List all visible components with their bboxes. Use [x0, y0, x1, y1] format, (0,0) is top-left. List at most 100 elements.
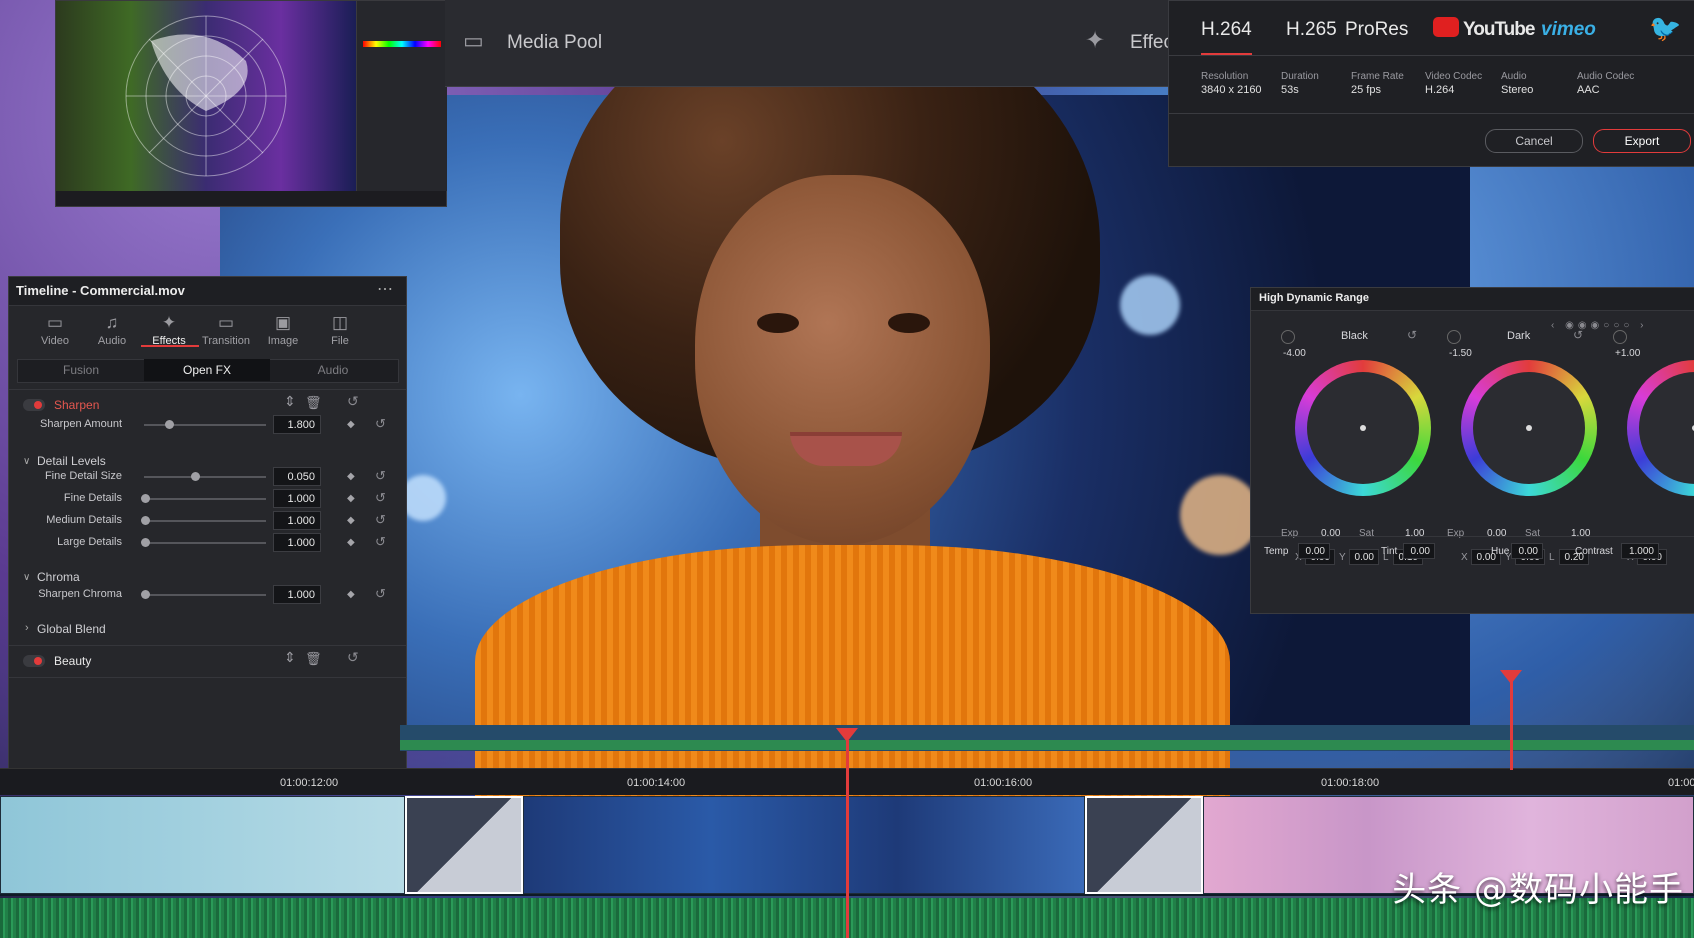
- detail-value[interactable]: 0.050: [273, 467, 321, 486]
- beauty-reorder-icon[interactable]: ⇕: [284, 649, 296, 666]
- beauty-delete-icon[interactable]: 🗑: [305, 651, 322, 667]
- sat-value[interactable]: 1.00: [1571, 528, 1590, 539]
- effects-button[interactable]: Effec: [1130, 32, 1173, 54]
- sharpen-amount-slider[interactable]: [144, 424, 266, 426]
- twitter-icon[interactable]: 🐦: [1649, 13, 1681, 44]
- segment-open-fx[interactable]: Open FX: [144, 359, 270, 381]
- format-tab-prores[interactable]: ProRes: [1345, 19, 1408, 41]
- detail-value[interactable]: 1.000: [273, 511, 321, 530]
- reset-icon[interactable]: ↺: [375, 534, 386, 550]
- media-pool-button[interactable]: Media Pool: [507, 32, 602, 54]
- tab-video[interactable]: ▭ Video: [27, 313, 83, 347]
- global-blend-section[interactable]: Global Blend: [37, 622, 106, 636]
- meta-value-2: 25 fps: [1351, 84, 1381, 96]
- clip-portrait-light[interactable]: [0, 796, 405, 894]
- color-wheel[interactable]: [1461, 360, 1597, 496]
- reset-icon[interactable]: ↺: [375, 512, 386, 528]
- wheel-offset-value: -4.00: [1283, 348, 1306, 359]
- tab-transition[interactable]: ▭ Transition: [198, 313, 254, 347]
- format-tab-h264[interactable]: H.264: [1201, 19, 1252, 55]
- keyframe-icon[interactable]: ◆: [347, 515, 355, 526]
- more-options-icon[interactable]: ⋯: [377, 279, 393, 299]
- reset-icon[interactable]: ↺: [375, 490, 386, 506]
- secondary-playhead-marker[interactable]: [1500, 670, 1522, 684]
- keyframe-icon[interactable]: ◆: [347, 471, 355, 482]
- segment-audio[interactable]: Audio: [270, 359, 396, 381]
- detail-value[interactable]: 1.000: [273, 533, 321, 552]
- wheel-offset-knob-icon[interactable]: [1447, 330, 1461, 344]
- chevron-right-icon[interactable]: ›: [25, 622, 29, 634]
- youtube-label[interactable]: YouTube: [1463, 19, 1535, 41]
- sharpen-reset-icon[interactable]: ↺: [347, 393, 359, 410]
- hdr-zone-selector[interactable]: ‹ ◉◉◉○○○ ›: [1551, 320, 1648, 331]
- detail-slider[interactable]: [144, 542, 266, 544]
- wheel-reset-icon[interactable]: ↺: [1573, 328, 1583, 342]
- beauty-reset-icon[interactable]: ↺: [347, 649, 359, 666]
- wheel-offset-knob-icon[interactable]: [1281, 330, 1295, 344]
- tab-effects[interactable]: ✦ Effects: [141, 313, 197, 347]
- sharpen-amount-knob[interactable]: [164, 420, 174, 429]
- sharpen-toggle[interactable]: [23, 399, 45, 411]
- keyframe-icon[interactable]: ◆: [347, 419, 355, 430]
- sharpen-amount-value[interactable]: 1.800: [273, 415, 321, 434]
- sat-label: Sat: [1525, 528, 1541, 539]
- detail-label: Fine Detail Size: [44, 470, 122, 482]
- playhead-marker[interactable]: [836, 728, 858, 742]
- tab-file[interactable]: ◫ File: [312, 313, 368, 347]
- secondary-playhead[interactable]: [1510, 675, 1513, 770]
- detail-knob[interactable]: [141, 494, 150, 503]
- color-wheel[interactable]: [1627, 360, 1694, 496]
- beauty-effect-title[interactable]: Beauty: [54, 654, 91, 668]
- tab-audio[interactable]: ♫ Audio: [84, 313, 140, 347]
- export-button[interactable]: Export: [1593, 129, 1691, 153]
- detail-slider[interactable]: [144, 520, 266, 522]
- segment-fusion[interactable]: Fusion: [18, 359, 144, 381]
- keyframe-icon[interactable]: ◆: [347, 589, 355, 600]
- color-wheel-puck[interactable]: [1526, 425, 1532, 431]
- hue-value[interactable]: 0.00: [1511, 543, 1543, 559]
- export-panel: H.264 H.265 ProRes YouTube vimeo 🐦 Resol…: [1168, 0, 1694, 167]
- exp-value[interactable]: 0.00: [1321, 528, 1340, 539]
- detail-slider[interactable]: [144, 476, 266, 478]
- tint-value[interactable]: 0.00: [1403, 543, 1435, 559]
- format-tab-h265[interactable]: H.265: [1286, 19, 1337, 41]
- chroma-section[interactable]: Chroma: [37, 570, 80, 584]
- reset-icon[interactable]: ↺: [375, 468, 386, 484]
- detail-value[interactable]: 1.000: [273, 489, 321, 508]
- color-wheel[interactable]: [1295, 360, 1431, 496]
- exp-value[interactable]: 0.00: [1487, 528, 1506, 539]
- chevron-down-icon[interactable]: ∨: [23, 572, 30, 583]
- beauty-toggle[interactable]: [23, 655, 45, 667]
- wheel-reset-icon[interactable]: ↺: [1407, 328, 1417, 342]
- sharpen-delete-icon[interactable]: 🗑: [305, 395, 322, 411]
- color-wheel-puck[interactable]: [1360, 425, 1366, 431]
- y-label: Y: [1339, 552, 1346, 563]
- transition-clip[interactable]: [405, 796, 523, 894]
- detail-knob[interactable]: [190, 472, 200, 481]
- tab-image[interactable]: ▣ Image: [255, 313, 311, 347]
- sharpen-reorder-icon[interactable]: ⇕: [284, 393, 296, 410]
- sharpen-effect-title[interactable]: Sharpen: [54, 398, 99, 412]
- wheel-offset-knob-icon[interactable]: [1613, 330, 1627, 344]
- keyframe-icon[interactable]: ◆: [347, 537, 355, 548]
- vimeo-label[interactable]: vimeo: [1541, 19, 1596, 41]
- transition-clip[interactable]: [1085, 796, 1203, 894]
- clip-portrait-bokeh[interactable]: [523, 796, 1085, 894]
- playhead[interactable]: [846, 740, 849, 938]
- y-value[interactable]: 0.00: [1349, 549, 1379, 565]
- tab-image-icon: ▣: [274, 313, 292, 332]
- contrast-value[interactable]: 1.000: [1621, 543, 1659, 559]
- detail-knob[interactable]: [141, 516, 150, 525]
- cancel-button[interactable]: Cancel: [1485, 129, 1583, 153]
- sat-value[interactable]: 1.00: [1405, 528, 1424, 539]
- detail-knob[interactable]: [141, 538, 150, 547]
- youtube-icon[interactable]: [1433, 17, 1459, 37]
- reset-icon[interactable]: ↺: [375, 586, 386, 602]
- temp-value[interactable]: 0.00: [1298, 543, 1330, 559]
- sharpen-chroma-slider[interactable]: [144, 594, 266, 596]
- reset-icon[interactable]: ↺: [375, 416, 386, 432]
- sharpen-chroma-knob[interactable]: [141, 590, 150, 599]
- sharpen-chroma-value[interactable]: 1.000: [273, 585, 321, 604]
- detail-slider[interactable]: [144, 498, 266, 500]
- keyframe-icon[interactable]: ◆: [347, 493, 355, 504]
